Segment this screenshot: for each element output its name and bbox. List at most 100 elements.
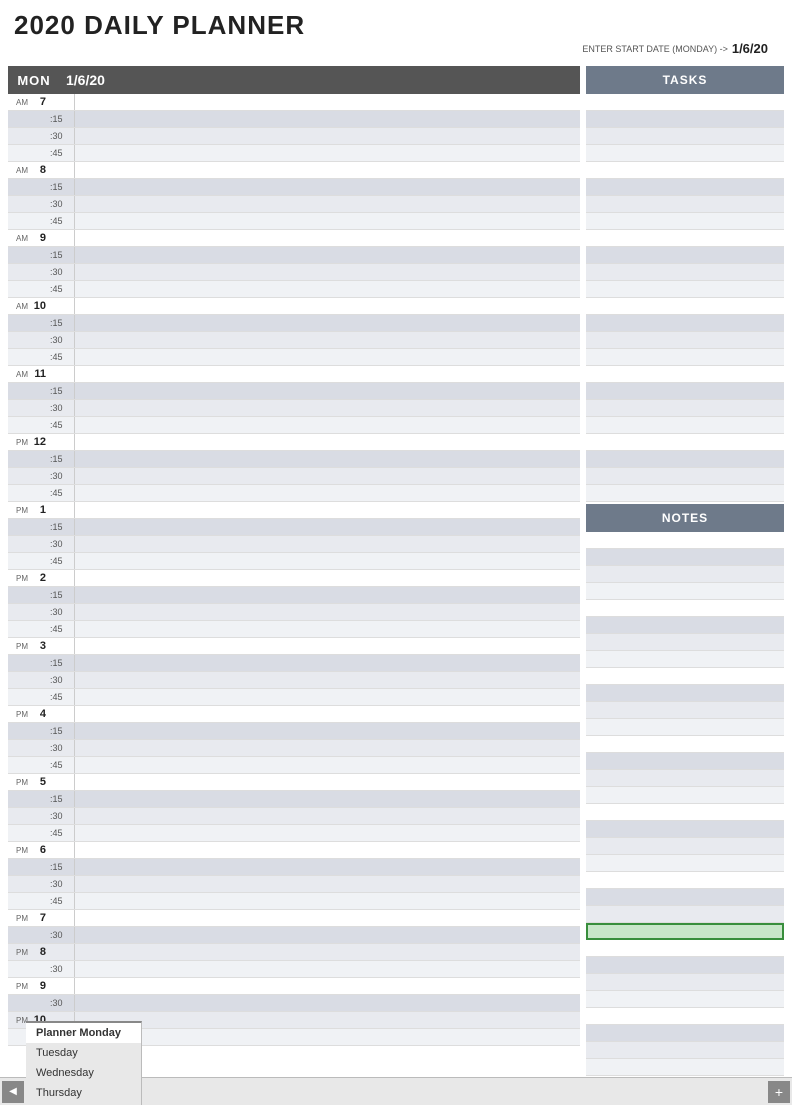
time-row[interactable]: :30 bbox=[8, 332, 580, 349]
time-row[interactable]: AM10 bbox=[8, 298, 580, 315]
schedule-cell[interactable] bbox=[74, 502, 580, 518]
time-row[interactable]: :45 bbox=[8, 757, 580, 774]
note-row[interactable] bbox=[586, 906, 784, 923]
tab-planner-monday[interactable]: Planner Monday bbox=[26, 1021, 142, 1043]
time-row[interactable]: :30 bbox=[8, 604, 580, 621]
task-row[interactable] bbox=[586, 213, 784, 230]
time-row[interactable]: :15 bbox=[8, 723, 580, 740]
schedule-cell[interactable] bbox=[74, 808, 580, 824]
schedule-cell[interactable] bbox=[74, 825, 580, 841]
schedule-cell[interactable] bbox=[74, 978, 580, 994]
time-row[interactable]: :15 bbox=[8, 519, 580, 536]
schedule-cell[interactable] bbox=[74, 264, 580, 280]
schedule-cell[interactable] bbox=[74, 162, 580, 178]
tab-thursday[interactable]: Thursday bbox=[26, 1083, 142, 1103]
note-row[interactable] bbox=[586, 668, 784, 685]
time-row[interactable]: PM12 bbox=[8, 434, 580, 451]
note-row[interactable] bbox=[586, 838, 784, 855]
time-row[interactable]: :45 bbox=[8, 213, 580, 230]
schedule-cell[interactable] bbox=[74, 757, 580, 773]
schedule-cell[interactable] bbox=[74, 893, 580, 909]
schedule-cell[interactable] bbox=[74, 638, 580, 654]
note-row[interactable] bbox=[586, 991, 784, 1008]
schedule-cell[interactable] bbox=[74, 349, 580, 365]
task-row[interactable] bbox=[586, 366, 784, 383]
time-row[interactable]: :30 bbox=[8, 672, 580, 689]
task-row[interactable] bbox=[586, 179, 784, 196]
schedule-cell[interactable] bbox=[74, 383, 580, 399]
task-row[interactable] bbox=[586, 417, 784, 434]
note-row[interactable] bbox=[586, 702, 784, 719]
tab-add-button[interactable]: + bbox=[768, 1081, 790, 1103]
time-row[interactable]: :30 bbox=[8, 400, 580, 417]
time-row[interactable]: AM11 bbox=[8, 366, 580, 383]
time-row[interactable]: :30 bbox=[8, 468, 580, 485]
note-row[interactable] bbox=[586, 753, 784, 770]
note-row[interactable] bbox=[586, 617, 784, 634]
task-row[interactable] bbox=[586, 162, 784, 179]
time-row[interactable]: :45 bbox=[8, 553, 580, 570]
task-row[interactable] bbox=[586, 468, 784, 485]
schedule-cell[interactable] bbox=[74, 1029, 580, 1045]
schedule-cell[interactable] bbox=[74, 604, 580, 620]
schedule-cell[interactable] bbox=[74, 1012, 580, 1028]
schedule-cell[interactable] bbox=[74, 298, 580, 314]
schedule-cell[interactable] bbox=[74, 706, 580, 722]
note-row[interactable] bbox=[586, 1042, 784, 1059]
task-row[interactable] bbox=[586, 145, 784, 162]
schedule-cell[interactable] bbox=[74, 672, 580, 688]
time-row[interactable]: :30 bbox=[8, 876, 580, 893]
task-row[interactable] bbox=[586, 264, 784, 281]
schedule-cell[interactable] bbox=[74, 315, 580, 331]
time-row[interactable]: :30 bbox=[8, 927, 580, 944]
note-row[interactable] bbox=[586, 600, 784, 617]
task-row[interactable] bbox=[586, 383, 784, 400]
time-row[interactable]: PM5 bbox=[8, 774, 580, 791]
time-row[interactable]: AM7 bbox=[8, 94, 580, 111]
time-row[interactable]: :45 bbox=[8, 825, 580, 842]
note-row[interactable] bbox=[586, 549, 784, 566]
time-row[interactable]: :30 bbox=[8, 196, 580, 213]
schedule-cell[interactable] bbox=[74, 689, 580, 705]
task-row[interactable] bbox=[586, 247, 784, 264]
time-row[interactable]: :30 bbox=[8, 264, 580, 281]
schedule-cell[interactable] bbox=[74, 468, 580, 484]
task-row[interactable] bbox=[586, 230, 784, 247]
schedule-cell[interactable] bbox=[74, 417, 580, 433]
schedule-cell[interactable] bbox=[74, 179, 580, 195]
time-row[interactable]: PM8 bbox=[8, 944, 580, 961]
schedule-cell[interactable] bbox=[74, 434, 580, 450]
note-row[interactable] bbox=[586, 787, 784, 804]
schedule-cell[interactable] bbox=[74, 570, 580, 586]
note-row[interactable] bbox=[586, 583, 784, 600]
note-row[interactable] bbox=[586, 957, 784, 974]
time-row[interactable]: :15 bbox=[8, 859, 580, 876]
note-row[interactable] bbox=[586, 804, 784, 821]
time-row[interactable]: AM9 bbox=[8, 230, 580, 247]
time-row[interactable]: PM1 bbox=[8, 502, 580, 519]
schedule-cell[interactable] bbox=[74, 485, 580, 501]
schedule-cell[interactable] bbox=[74, 536, 580, 552]
schedule-cell[interactable] bbox=[74, 995, 580, 1011]
note-row[interactable] bbox=[586, 889, 784, 906]
note-row[interactable] bbox=[586, 974, 784, 991]
schedule-cell[interactable] bbox=[74, 910, 580, 926]
time-row[interactable]: :30 bbox=[8, 995, 580, 1012]
time-row[interactable]: :45 bbox=[8, 417, 580, 434]
task-row[interactable] bbox=[586, 332, 784, 349]
note-row[interactable] bbox=[586, 923, 784, 940]
schedule-cell[interactable] bbox=[74, 927, 580, 943]
task-row[interactable] bbox=[586, 400, 784, 417]
schedule-cell[interactable] bbox=[74, 859, 580, 875]
schedule-cell[interactable] bbox=[74, 94, 580, 110]
time-row[interactable]: :30 bbox=[8, 128, 580, 145]
time-row[interactable]: :15 bbox=[8, 247, 580, 264]
schedule-cell[interactable] bbox=[74, 876, 580, 892]
time-row[interactable]: PM6 bbox=[8, 842, 580, 859]
schedule-cell[interactable] bbox=[74, 281, 580, 297]
time-row[interactable]: PM2 bbox=[8, 570, 580, 587]
task-row[interactable] bbox=[586, 94, 784, 111]
task-row[interactable] bbox=[586, 485, 784, 502]
note-row[interactable] bbox=[586, 685, 784, 702]
time-row[interactable]: :30 bbox=[8, 740, 580, 757]
